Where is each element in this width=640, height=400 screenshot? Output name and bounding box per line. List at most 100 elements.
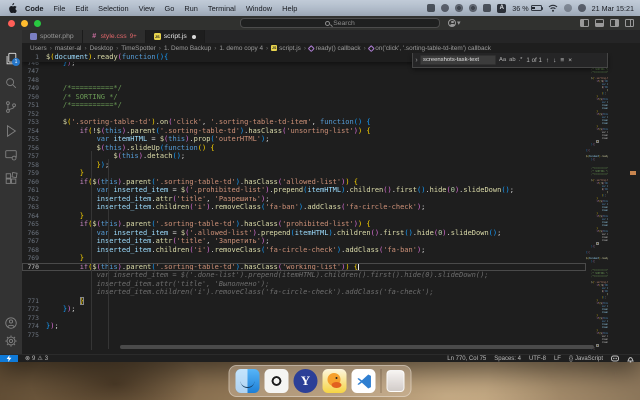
horizontal-scrollbar[interactable] (120, 345, 594, 349)
duck-dock-icon[interactable] (322, 369, 347, 393)
find-input[interactable]: screenshots-task-text (420, 55, 496, 65)
minimap[interactable]: $(document).ready(function(){ }); /*====… (586, 53, 608, 350)
breadcrumb-item[interactable]: 1. demo copy 4 (219, 45, 263, 52)
code-line[interactable]: 772 }); (22, 305, 586, 314)
breadcrumb-item[interactable]: TimeSpotter (121, 45, 156, 52)
whole-word-icon[interactable]: ab (509, 57, 515, 63)
minimize-window-button[interactable] (21, 19, 28, 27)
eol-sequence[interactable]: LF (554, 356, 561, 362)
problems-indicator[interactable]: ⊗ 9 ⚠ 3 (25, 355, 48, 363)
menu-item-view[interactable]: View (139, 4, 155, 13)
code-editor[interactable]: 746 }); 747 748 749 /*==========*/750 /* SO… (22, 53, 640, 350)
source-control-icon[interactable] (4, 100, 18, 114)
code-line[interactable]: 756 $(this).slideUp(function() { (22, 144, 586, 153)
indentation[interactable]: Spaces: 4 (494, 356, 521, 362)
language-mode[interactable]: {} JavaScript (569, 356, 603, 362)
control-center-icon[interactable] (563, 4, 572, 12)
command-center-search[interactable]: Search (240, 18, 440, 28)
input-source-icon[interactable]: A (497, 3, 507, 13)
menu-extra-icon[interactable] (427, 4, 436, 12)
user-menu-icon[interactable] (577, 4, 586, 12)
menu-item-window[interactable]: Window (246, 4, 272, 13)
match-case-icon[interactable]: Aa (499, 57, 506, 63)
code-line[interactable]: 765 if($(this).parent('.sorting-table-td… (22, 220, 586, 229)
toggle-sidebar-icon[interactable] (580, 19, 589, 27)
code-line[interactable]: 753 $('.sorting-table-td').on('click', '… (22, 118, 586, 127)
tab-script.js[interactable]: JS script.js (145, 30, 205, 43)
code-line[interactable]: var inserted_item = $('.done-list').prep… (22, 271, 586, 280)
menu-item-run[interactable]: Run (184, 4, 198, 13)
code-line[interactable]: 757 $(this).detach(); (22, 152, 586, 161)
menu-item-edit[interactable]: Edit (75, 4, 88, 13)
code-line[interactable]: 761 var inserted_item = $('.prohibited-l… (22, 186, 586, 195)
close-window-button[interactable] (8, 19, 15, 27)
trash-dock-icon[interactable] (386, 370, 405, 392)
toggle-panel-icon[interactable] (595, 19, 604, 27)
code-line[interactable]: 766 var inserted_item = $('.allowed-list… (22, 229, 586, 238)
previous-match-icon[interactable]: ↑ (546, 57, 549, 64)
code-line[interactable]: 760 if($(this).parent('.sorting-table-td… (22, 178, 586, 187)
breadcrumb-item[interactable]: on('click', '.sorting-table-td-item') ca… (367, 45, 491, 52)
find-in-selection-icon[interactable]: ≡ (560, 57, 564, 64)
code-line[interactable]: 771 } (22, 296, 586, 306)
finder-dock-icon[interactable] (235, 369, 260, 393)
menu-item-help[interactable]: Help (282, 4, 297, 13)
run-debug-icon[interactable] (4, 124, 18, 138)
code-line[interactable]: 755 var itemHTML = $(this).prop('outerHT… (22, 135, 586, 144)
code-line[interactable]: 750 /* SORTING */ (22, 93, 586, 102)
menu-item-file[interactable]: File (53, 4, 65, 13)
code-line[interactable]: 769 } (22, 254, 586, 263)
menu-extra-icon[interactable] (441, 4, 450, 12)
menu-item-terminal[interactable]: Terminal (208, 4, 236, 13)
code-line[interactable]: inserted_item.attr('title', 'Выполнено')… (22, 280, 586, 289)
search-view-icon[interactable] (4, 76, 18, 90)
breadcrumb-item[interactable]: master-al (55, 45, 82, 52)
code-line[interactable]: 748 (22, 76, 586, 85)
menu-clock[interactable]: 21 Mar 15:21 (592, 4, 634, 13)
accounts-icon[interactable] (4, 316, 18, 330)
code-line[interactable]: 774}); (22, 322, 586, 331)
copilot-icon[interactable] (611, 355, 619, 362)
account-menu[interactable]: ▾ (448, 18, 461, 27)
code-line[interactable]: 751 /*==========*/ (22, 101, 586, 110)
code-line[interactable]: 754 if(!$(this).parent('.sorting-table-t… (22, 127, 586, 136)
vscode-dock-icon[interactable] (351, 369, 376, 393)
toggle-replace-icon[interactable]: › (413, 57, 420, 64)
apple-menu-icon[interactable] (8, 3, 17, 13)
encoding[interactable]: UTF-8 (529, 356, 546, 362)
code-line[interactable]: 768 inserted_item.children('i').removeCl… (22, 246, 586, 255)
settings-gear-icon[interactable] (4, 334, 18, 348)
code-line[interactable]: 758 }); (22, 161, 586, 170)
code-line[interactable]: 749 /*==========*/ (22, 84, 586, 93)
code-line[interactable]: inserted_item.children('i').removeClass(… (22, 288, 586, 297)
code-line[interactable]: 762 inserted_item.attr('title', 'Разреши… (22, 195, 586, 204)
cursor-position[interactable]: Ln 770, Col 75 (447, 356, 486, 362)
zoom-window-button[interactable] (34, 19, 41, 27)
battery-indicator[interactable]: 36 % (512, 4, 544, 13)
chatgpt-dock-icon[interactable] (264, 369, 289, 393)
settings-menu-icon[interactable] (469, 4, 478, 12)
yandex-browser-dock-icon[interactable]: Y (293, 369, 318, 393)
regex-icon[interactable]: .* (519, 57, 523, 63)
close-icon[interactable]: × (568, 57, 572, 64)
menu-item-code[interactable]: Code (25, 4, 43, 13)
menu-item-selection[interactable]: Selection (98, 4, 128, 13)
breadcrumb-item[interactable]: ready() callback (308, 45, 361, 52)
remote-indicator[interactable] (0, 355, 18, 362)
breadcrumb-item[interactable]: 1. Demo Backup (164, 45, 211, 52)
menu-item-go[interactable]: Go (164, 4, 174, 13)
code-line[interactable]: 770 if($(this).parent('.sorting-table-td… (22, 262, 586, 271)
tab-style.css[interactable]: # style.css 9+ (82, 30, 146, 43)
code-line[interactable]: 773 (22, 314, 586, 323)
extensions-icon[interactable] (4, 172, 18, 186)
code-line[interactable]: 763 inserted_item.children('i').removeCl… (22, 203, 586, 212)
code-line[interactable]: 759 } (22, 169, 586, 178)
code-line[interactable]: 775 (22, 331, 586, 340)
tab-spotter.php[interactable]: spotter.php (22, 30, 83, 43)
toggle-secondary-sidebar-icon[interactable] (610, 19, 619, 27)
code-line[interactable]: 752 (22, 110, 586, 119)
customize-layout-icon[interactable] (625, 19, 634, 27)
breadcrumb-item[interactable]: Users (30, 45, 47, 52)
wifi-icon[interactable] (548, 4, 558, 12)
code-line[interactable]: 764 } (22, 212, 586, 221)
